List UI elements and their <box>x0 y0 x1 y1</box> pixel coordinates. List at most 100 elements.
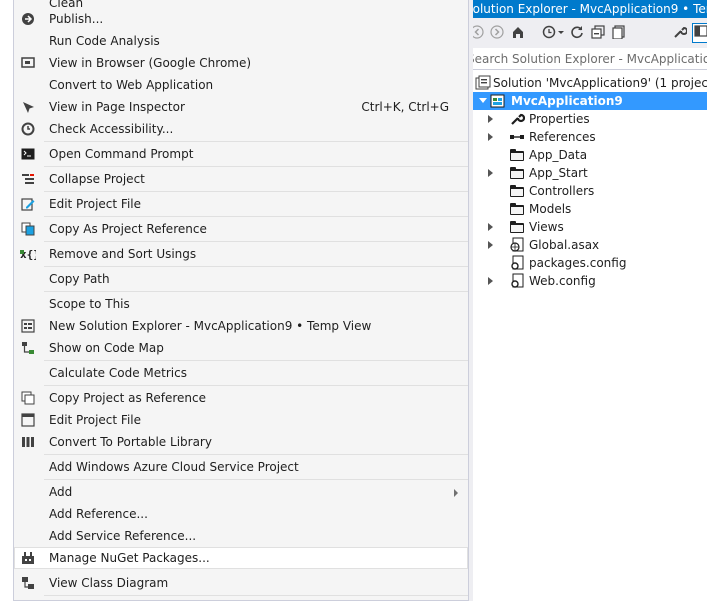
menu-item-manage-nuget-packages[interactable]: Manage NuGet Packages... <box>14 547 468 569</box>
tree-item-label: Solution 'MvcApplication9' (1 project) <box>493 76 707 90</box>
expander-closed-icon[interactable] <box>488 169 493 177</box>
code-map-icon <box>20 340 36 356</box>
solution-icon <box>475 75 491 91</box>
tree-item-label: Web.config <box>529 274 596 288</box>
menu-item-open-command-prompt[interactable]: Open Command Prompt <box>14 143 468 165</box>
menu-item-label: View in Page Inspector <box>49 100 185 114</box>
history-icon[interactable] <box>541 25 557 41</box>
tree-item-packages-config[interactable]: packages.config <box>473 254 707 272</box>
portable-library-icon <box>20 434 36 450</box>
menu-item-run-code-analysis[interactable]: Run Code Analysis <box>14 30 468 52</box>
menu-item-view-class-diagram[interactable]: View Class Diagram <box>14 572 468 594</box>
tree-item-models[interactable]: Models <box>473 200 707 218</box>
folder-icon <box>509 165 525 181</box>
menu-item-show-on-code-map[interactable]: Show on Code Map <box>14 337 468 359</box>
menu-item-label: Add Windows Azure Cloud Service Project <box>49 460 299 474</box>
menu-item-label: Edit Project File <box>49 413 142 427</box>
forward-icon[interactable] <box>489 25 505 41</box>
history-dropdown-icon[interactable] <box>558 31 564 34</box>
tree-item-app-data[interactable]: App_Data <box>473 146 707 164</box>
menu-item-copy-as-project-reference[interactable]: Copy As Project Reference <box>14 218 468 240</box>
search-input[interactable] <box>473 48 707 69</box>
solution-explorer-title[interactable]: Solution Explorer - MvcApplication9 • Te… <box>473 0 707 18</box>
menu-item-edit-project-file[interactable]: Edit Project File <box>14 193 468 215</box>
tree-item-label: Properties <box>529 112 590 126</box>
menu-item-add-azure-cloud-service[interactable]: Add Windows Azure Cloud Service Project <box>14 456 468 478</box>
expander-closed-icon[interactable] <box>488 223 493 231</box>
tree-item-controllers[interactable]: Controllers <box>473 182 707 200</box>
tree-item-properties[interactable]: Properties <box>473 110 707 128</box>
tree-item-solution[interactable]: Solution 'MvcApplication9' (1 project) <box>473 74 707 92</box>
menu-item-new-solution-explorer[interactable]: New Solution Explorer - MvcApplication9 … <box>14 315 468 337</box>
folder-icon <box>509 183 525 199</box>
menu-item-label: Check Accessibility... <box>49 122 174 136</box>
menu-item-convert-to-web-app[interactable]: Convert to Web Application <box>14 74 468 96</box>
tree-item-global-asax[interactable]: Global.asax <box>473 236 707 254</box>
menu-separator <box>44 360 468 361</box>
collapse-all-icon[interactable] <box>590 25 606 41</box>
tree-item-references[interactable]: References <box>473 128 707 146</box>
svg-text:x{}: x{} <box>20 248 36 261</box>
preview-icon[interactable] <box>692 23 707 43</box>
menu-separator <box>44 479 468 480</box>
back-icon[interactable] <box>473 25 485 41</box>
expander-closed-icon[interactable] <box>488 115 493 123</box>
menu-item-view-in-browser[interactable]: View in Browser (Google Chrome) <box>14 52 468 74</box>
tree-item-label: App_Data <box>529 148 588 162</box>
home-icon[interactable] <box>510 25 526 41</box>
global-asax-icon <box>509 237 525 253</box>
properties-icon[interactable] <box>672 25 688 41</box>
menu-item-copy-path[interactable]: Copy Path <box>14 268 468 290</box>
menu-item-check-accessibility[interactable]: Check Accessibility... <box>14 118 468 140</box>
menu-item-scope-to-this[interactable]: Scope to This <box>14 293 468 315</box>
menu-item-view-in-page-inspector[interactable]: View in Page Inspector Ctrl+K, Ctrl+G <box>14 96 468 118</box>
menu-separator <box>44 266 468 267</box>
folder-icon <box>509 147 525 163</box>
new-solution-explorer-icon <box>20 318 36 334</box>
tree-item-web-config[interactable]: Web.config <box>473 272 707 290</box>
project-context-menu: Clean Publish... Run Code Analysis View … <box>13 0 469 601</box>
menu-item-copy-project-as-reference[interactable]: Copy Project as Reference <box>14 387 468 409</box>
menu-item-convert-to-portable-library[interactable]: Convert To Portable Library <box>14 431 468 453</box>
menu-item-label: Show on Code Map <box>49 341 164 355</box>
menu-item-edit-project-file-2[interactable]: Edit Project File <box>14 409 468 431</box>
page-inspector-icon <box>20 99 36 115</box>
publish-icon <box>20 11 36 27</box>
tree-item-label: MvcApplication9 <box>511 94 623 108</box>
menu-separator <box>44 191 468 192</box>
tree-item-label: Global.asax <box>529 238 600 252</box>
menu-item-label: View in Browser (Google Chrome) <box>49 56 252 70</box>
expander-closed-icon[interactable] <box>488 133 493 141</box>
browser-icon <box>20 55 36 71</box>
menu-item-calculate-code-metrics[interactable]: Calculate Code Metrics <box>14 362 468 384</box>
menu-item-collapse-project[interactable]: Collapse Project <box>14 168 468 190</box>
accessibility-icon <box>20 121 36 137</box>
solution-explorer-search[interactable] <box>473 48 707 70</box>
solution-explorer-panel: Solution Explorer - MvcApplication9 • Te… <box>473 0 707 601</box>
menu-item-label: Publish... <box>49 12 104 26</box>
menu-item-add[interactable]: Add <box>14 481 468 503</box>
tree-item-label: Models <box>529 202 572 216</box>
tree-item-app-start[interactable]: App_Start <box>473 164 707 182</box>
menu-item-label: Convert To Portable Library <box>49 435 212 449</box>
menu-item-label: Add <box>49 485 73 499</box>
show-all-files-icon[interactable] <box>611 25 627 41</box>
expander-closed-icon[interactable] <box>488 241 493 249</box>
tree-item-views[interactable]: Views <box>473 218 707 236</box>
menu-item-publish[interactable]: Publish... <box>14 8 468 30</box>
edit-project-icon <box>20 412 36 428</box>
command-prompt-icon <box>20 146 36 162</box>
menu-item-add-service-reference[interactable]: Add Service Reference... <box>14 525 468 547</box>
menu-item-label: Scope to This <box>49 297 130 311</box>
tree-item-label: Views <box>529 220 564 234</box>
menu-separator <box>44 166 468 167</box>
expander-closed-icon[interactable] <box>488 277 493 285</box>
menu-item-add-reference[interactable]: Add Reference... <box>14 503 468 525</box>
expander-open-icon[interactable] <box>479 98 487 103</box>
menu-item-label: Manage NuGet Packages... <box>49 551 210 565</box>
menu-item-remove-and-sort-usings[interactable]: x{} Remove and Sort Usings <box>14 243 468 265</box>
tree-item-mvcapplication9[interactable]: MvcApplication9 <box>473 92 707 110</box>
menu-separator <box>44 595 468 596</box>
sync-icon[interactable] <box>569 25 585 41</box>
menu-item-label: Open Command Prompt <box>49 147 194 161</box>
